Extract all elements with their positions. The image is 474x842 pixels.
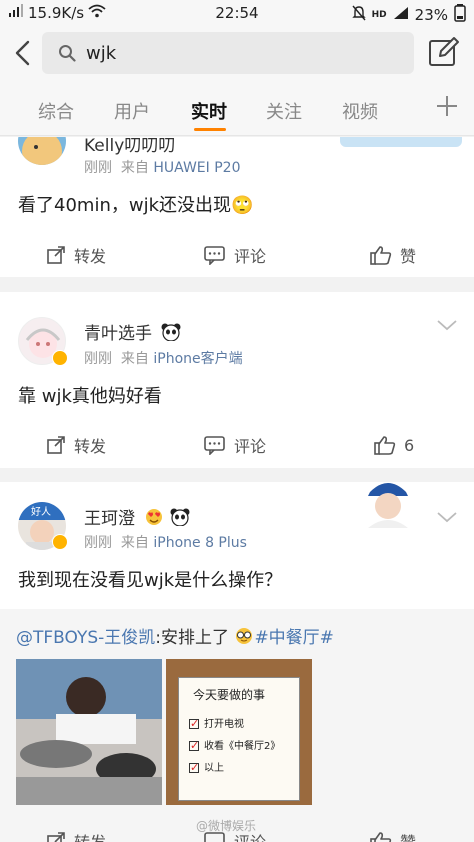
roll-eyes-emoji: 🙄 <box>231 195 254 216</box>
thumbs-up-icon <box>370 832 392 842</box>
comment-icon <box>204 246 225 265</box>
checkbox-checked-icon: ✓ <box>189 739 200 752</box>
comment-button[interactable]: 评论 <box>204 235 266 275</box>
edit-icon <box>429 37 459 66</box>
tab-video[interactable]: 视频 <box>342 98 378 124</box>
search-input[interactable] <box>86 40 386 66</box>
avatar-caption: 好人 <box>31 507 51 518</box>
mute-icon <box>351 5 366 25</box>
cell-signal-icon <box>393 6 409 24</box>
search-box[interactable] <box>42 32 414 74</box>
hd-icon: HD <box>371 10 387 20</box>
thumbs-up-icon <box>374 436 396 455</box>
checkbox-checked-icon: ✓ <box>189 717 200 730</box>
post-card[interactable]: 青叶选手 刚刚 来自 iPhone客户端 靠 wjk真他妈好看 转发 评论 6 <box>0 292 474 468</box>
comment-button[interactable]: 评论 <box>204 821 266 842</box>
comment-icon <box>204 832 225 842</box>
post-source[interactable]: iPhone客户端 <box>153 351 242 367</box>
glasses-emoji-icon <box>234 627 254 650</box>
tab-comprehensive[interactable]: 综合 <box>38 98 74 124</box>
avatar[interactable] <box>18 137 66 165</box>
post-card[interactable]: 好人 王珂澄 刚刚 来自 iPhone 8 Plus 我到现在没看见wjk是什么… <box>0 482 474 842</box>
heart-eyes-badge-icon <box>144 508 164 531</box>
like-count: 6 <box>404 435 415 455</box>
post-card[interactable]: Kelly叨叨叨 刚刚 来自 HUAWEI P20 看了40min，wjk还没出… <box>0 137 474 277</box>
active-tab-indicator <box>194 128 226 131</box>
search-icon <box>58 44 76 66</box>
post-text: 我到现在没看见wjk是什么操作？ <box>18 570 283 591</box>
tab-users[interactable]: 用户 <box>114 98 150 124</box>
comment-icon <box>204 436 225 455</box>
panda-badge-icon <box>170 508 190 531</box>
thumbs-up-icon <box>370 246 392 265</box>
feed: Kelly叨叨叨 刚刚 来自 HUAWEI P20 看了40min，wjk还没出… <box>0 137 474 842</box>
note-item: ✓ 收看《中餐厅2》 <box>189 739 281 752</box>
post-meta: 刚刚 来自 iPhone 8 Plus <box>84 535 247 551</box>
repost-button[interactable]: 转发 <box>46 821 106 842</box>
post-text: 靠 wjk真他妈好看 <box>18 386 162 407</box>
photo-thumbnail[interactable]: 今天要做的事 ✓ 打开电视 ✓ 收看《中餐厅2》 ✓ 以上 <box>166 659 312 805</box>
verified-badge <box>52 534 68 550</box>
add-tab-button[interactable] <box>436 94 458 124</box>
plus-icon <box>437 96 457 116</box>
tab-realtime[interactable]: 实时 <box>191 98 227 124</box>
post-username[interactable]: 青叶选手 <box>84 319 181 346</box>
note-item: ✓ 以上 <box>189 761 224 774</box>
search-header <box>0 26 474 82</box>
comment-button[interactable]: 评论 <box>204 425 266 465</box>
panda-badge-icon <box>161 323 181 346</box>
battery-icon <box>454 4 466 26</box>
post-source[interactable]: HUAWEI P20 <box>153 160 240 176</box>
like-button[interactable]: 6 <box>374 425 414 465</box>
profile-banner <box>340 137 462 147</box>
retweet-block[interactable]: @TFBOYS-王俊凯:安排上了 #中餐厅# 今天要做的事 ✓ 打开电视 ✓ 收看《… <box>0 609 474 842</box>
repost-button[interactable]: 转发 <box>46 235 106 275</box>
photo-thumbnail[interactable] <box>16 659 162 805</box>
post-username[interactable]: Kelly叨叨叨 <box>84 137 175 156</box>
note-item: ✓ 打开电视 <box>189 717 244 730</box>
post-actions: 转发 评论 6 <box>0 425 474 465</box>
chevron-left-icon <box>15 40 30 66</box>
share-icon <box>47 246 65 264</box>
post-actions: 转发 评论 赞 <box>0 235 474 275</box>
todo-note: 今天要做的事 ✓ 打开电视 ✓ 收看《中餐厅2》 ✓ 以上 <box>178 677 300 801</box>
mention-link[interactable]: @TFBOYS-王俊凯 <box>16 628 155 648</box>
share-icon <box>47 436 65 454</box>
retweet-text: @TFBOYS-王俊凯:安排上了 #中餐厅# <box>16 627 334 650</box>
post-meta: 刚刚 来自 iPhone客户端 <box>84 351 243 367</box>
profile-decoration <box>362 476 414 528</box>
tab-bar: 综合 用户 实时 关注 视频 <box>0 82 474 136</box>
battery-percent: 23% <box>414 6 448 24</box>
chevron-down-icon[interactable] <box>436 510 458 524</box>
post-username[interactable]: 王珂澄 <box>84 504 190 531</box>
post-source[interactable]: iPhone 8 Plus <box>153 535 247 551</box>
back-button[interactable] <box>10 38 36 68</box>
post-text: 看了40min，wjk还没出现🙄 <box>18 195 254 216</box>
tab-following[interactable]: 关注 <box>266 98 302 124</box>
hashtag-link[interactable]: #中餐厅# <box>254 628 334 648</box>
post-meta: 刚刚 来自 HUAWEI P20 <box>84 160 241 176</box>
verified-badge <box>52 350 68 366</box>
share-icon <box>47 832 65 842</box>
compose-button[interactable] <box>428 36 460 68</box>
chevron-down-icon[interactable] <box>436 318 458 332</box>
note-title: 今天要做的事 <box>193 688 266 702</box>
status-bar: 15.9K/s 22:54 HD 23% <box>0 0 474 26</box>
repost-button[interactable]: 转发 <box>46 425 106 465</box>
checkbox-checked-icon: ✓ <box>189 761 200 774</box>
like-button[interactable]: 赞 <box>370 235 416 275</box>
like-button[interactable]: 赞 <box>370 821 416 842</box>
